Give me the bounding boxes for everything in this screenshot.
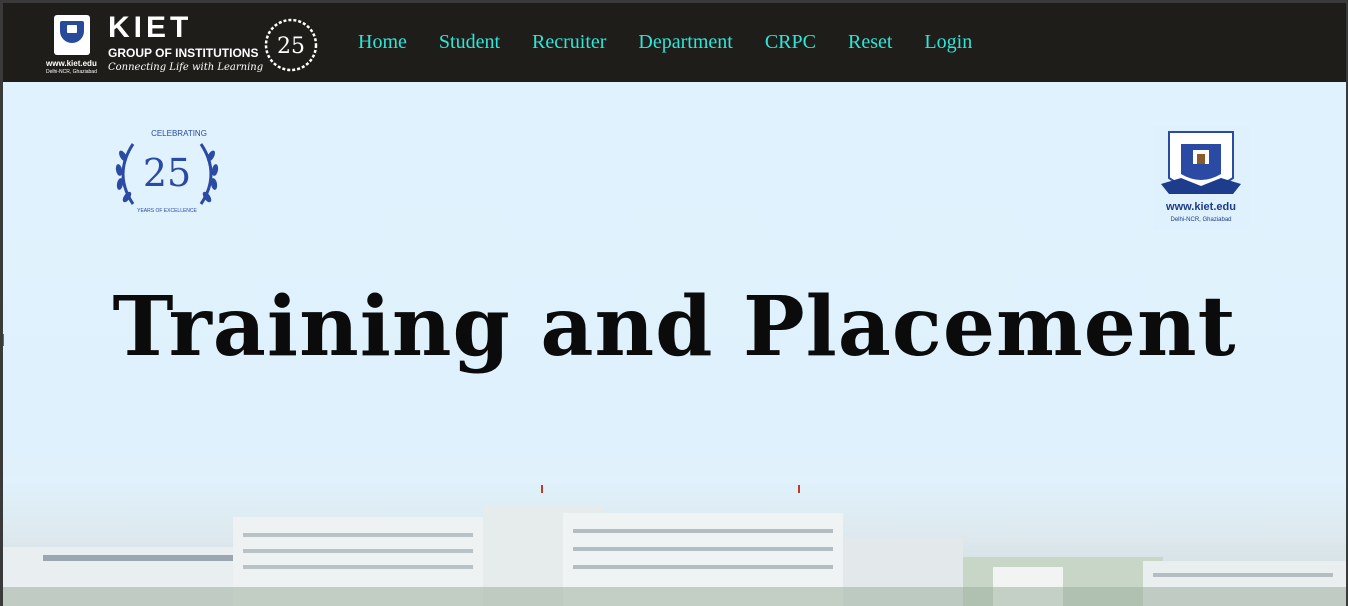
- kiet-crest-icon: www.kiet.edu Delhi-NCR, Ghaziabad: [1153, 126, 1249, 230]
- campus-image: [3, 477, 1346, 606]
- page-title: Training and Placement: [112, 278, 1237, 375]
- nav-recruiter[interactable]: Recruiter: [532, 31, 606, 54]
- hero-section: 25 CELEBRATING YEARS OF EXCELLENCE www.k…: [3, 82, 1346, 606]
- svg-text:25: 25: [143, 151, 191, 195]
- logo-group-text: GROUP OF INSTITUTIONS: [108, 46, 259, 60]
- anniversary-emblem-icon: 25 CELEBRATING YEARS OF EXCELLENCE: [115, 129, 219, 214]
- svg-text:Delhi-NCR, Ghaziabad: Delhi-NCR, Ghaziabad: [1170, 217, 1231, 223]
- svg-text:www.kiet.edu: www.kiet.edu: [1165, 201, 1236, 213]
- logo-wordmark: KIET: [108, 11, 193, 44]
- kiet-logo[interactable]: www.kiet.edu Delhi-NCR, Ghaziabad KIET G…: [46, 13, 328, 75]
- logo-location: Delhi-NCR, Ghaziabad: [46, 69, 97, 75]
- browser-viewport: www.kiet.edu Delhi-NCR, Ghaziabad KIET G…: [3, 3, 1346, 606]
- main-nav: Home Student Recruiter Department CRPC R…: [358, 31, 1004, 54]
- svg-text:CELEBRATING: CELEBRATING: [151, 129, 207, 138]
- anniversary-25-icon: 25: [264, 18, 318, 72]
- nav-login[interactable]: Login: [924, 31, 972, 54]
- top-navbar: www.kiet.edu Delhi-NCR, Ghaziabad KIET G…: [3, 3, 1346, 82]
- svg-text:25: 25: [277, 34, 305, 59]
- nav-crpc[interactable]: CRPC: [765, 31, 816, 54]
- svg-text:YEARS OF EXCELLENCE: YEARS OF EXCELLENCE: [137, 208, 197, 214]
- logo-tagline: Connecting Life with Learning: [108, 62, 264, 73]
- kiet-badge-icon: www.kiet.edu Delhi-NCR, Ghaziabad: [46, 15, 98, 75]
- nav-student[interactable]: Student: [439, 31, 500, 54]
- nav-home[interactable]: Home: [358, 31, 407, 54]
- nav-department[interactable]: Department: [638, 31, 732, 54]
- logo-website: www.kiet.edu: [46, 59, 97, 68]
- nav-reset[interactable]: Reset: [848, 31, 892, 54]
